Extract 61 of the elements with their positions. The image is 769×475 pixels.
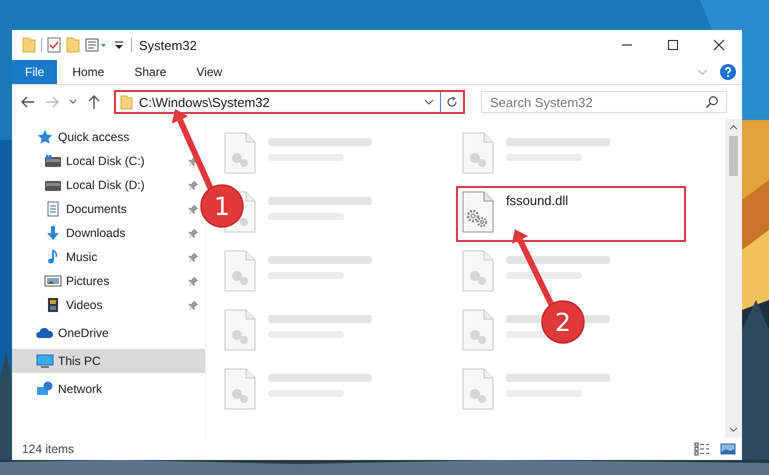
item-count: 124 items: [22, 442, 74, 456]
search-field[interactable]: Search System32: [481, 91, 727, 113]
file-name: fssound.dll: [506, 193, 568, 208]
sidebar-item[interactable]: Videos: [12, 293, 205, 317]
scroll-down-icon[interactable]: [729, 426, 738, 433]
step-badge: 1: [200, 184, 244, 228]
file-item[interactable]: fssound.dll: [456, 186, 686, 242]
sidebar-item[interactable]: Pictures: [12, 269, 205, 293]
sidebar-item[interactable]: Network: [12, 377, 205, 401]
sidebar-item[interactable]: Quick access: [12, 125, 205, 149]
file-icon: [462, 309, 494, 351]
sidebar-item[interactable]: Local Disk (C:): [12, 149, 205, 173]
sidebar-item[interactable]: This PC: [12, 349, 205, 373]
file-icon: [462, 250, 494, 292]
layout-icon[interactable]: [85, 37, 107, 53]
pin-icon[interactable]: [188, 228, 199, 238]
dropdown-caret-icon[interactable]: [424, 98, 434, 106]
refresh-icon[interactable]: [445, 95, 459, 109]
details-view-icon[interactable]: [694, 442, 710, 456]
scrollbar[interactable]: [725, 119, 742, 438]
close-icon[interactable]: [713, 39, 725, 51]
step-badge: 2: [541, 300, 585, 344]
pc-icon: [36, 353, 54, 369]
address-path: C:\Windows\System32: [139, 94, 271, 110]
pin-icon[interactable]: [188, 204, 199, 214]
file-icon: [462, 368, 494, 410]
image-icon: [44, 273, 62, 289]
large-icons-view-icon[interactable]: [720, 442, 736, 456]
pin-icon[interactable]: [188, 276, 199, 286]
sidebar-item[interactable]: OneDrive: [12, 321, 205, 345]
help-icon[interactable]: [720, 64, 736, 80]
recent-caret-icon[interactable]: [68, 98, 78, 106]
up-icon[interactable]: [86, 94, 102, 110]
folder-icon: [120, 94, 133, 110]
properties-icon[interactable]: [47, 37, 61, 53]
pin-icon[interactable]: [188, 252, 199, 262]
download-arrow-icon: [44, 225, 62, 241]
maximize-icon[interactable]: [667, 39, 679, 51]
back-icon[interactable]: [20, 94, 36, 110]
scroll-thumb[interactable]: [729, 136, 738, 176]
pin-icon[interactable]: [188, 180, 199, 190]
dll-file-icon: [462, 191, 494, 233]
file-icon: [224, 309, 256, 351]
sidebar-item[interactable]: Music: [12, 245, 205, 269]
ribbon-tab[interactable]: Share: [119, 60, 182, 84]
search-icon: [705, 95, 719, 109]
ribbon-tab[interactable]: Home: [57, 60, 120, 84]
address-field[interactable]: C:\Windows\System32: [114, 90, 465, 114]
file-icon: [224, 250, 256, 292]
expand-ribbon-icon[interactable]: [697, 68, 708, 76]
pin-icon[interactable]: [188, 300, 199, 310]
cloud-icon: [36, 325, 54, 341]
file-icon: [224, 368, 256, 410]
drive-icon: [44, 153, 62, 169]
file-icon: [462, 132, 494, 174]
window-title: System32: [139, 38, 197, 52]
star-icon: [36, 129, 54, 145]
scroll-up-icon[interactable]: [729, 124, 738, 131]
ribbon-tab[interactable]: View: [181, 60, 238, 84]
network-icon: [36, 381, 54, 397]
file-icon: [224, 132, 256, 174]
